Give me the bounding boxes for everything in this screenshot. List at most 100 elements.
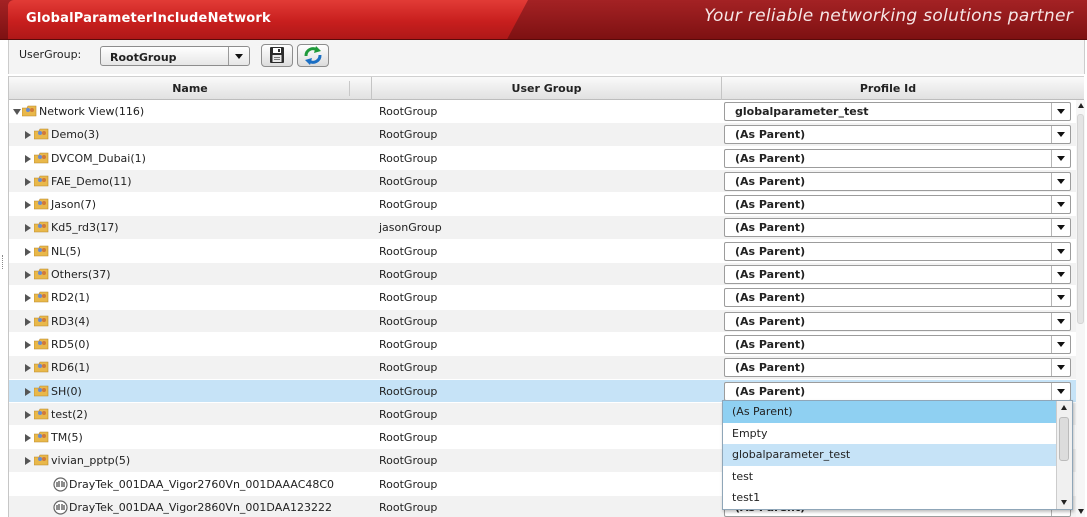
expand-arrow-icon[interactable] (25, 271, 31, 280)
profile-select[interactable]: (As Parent) (724, 311, 1071, 331)
chevron-down-icon[interactable] (1051, 335, 1070, 353)
profile-select[interactable]: (As Parent) (724, 171, 1071, 191)
resize-grip[interactable] (2, 255, 6, 269)
dropdown-scroll-thumb[interactable] (1059, 417, 1069, 461)
column-header-name[interactable]: Name (9, 77, 372, 100)
grid-scrollbar[interactable] (1076, 100, 1085, 517)
scroll-down-icon[interactable] (1078, 509, 1084, 514)
expand-arrow-icon[interactable] (25, 410, 31, 419)
expand-arrow-icon[interactable] (25, 201, 31, 210)
chevron-down-icon[interactable] (1051, 359, 1070, 377)
chevron-down-icon[interactable] (1051, 172, 1070, 190)
expand-arrow-icon[interactable] (25, 224, 31, 233)
name-cell: Network View(116) (9, 100, 372, 123)
chevron-down-icon[interactable] (1051, 103, 1070, 120)
folder-group-icon (34, 268, 49, 280)
profile-dropdown-list: (As Parent) Empty globalparameter_test t… (722, 400, 1073, 510)
profile-select[interactable]: (As Parent) (724, 265, 1071, 285)
name-label: FAE_Demo(11) (51, 174, 132, 188)
chevron-down-icon[interactable] (1051, 126, 1070, 144)
profile-cell: (As Parent) (724, 216, 1076, 239)
chevron-down-icon[interactable] (1051, 219, 1070, 237)
name-label: RD3(4) (51, 314, 90, 328)
expand-arrow-icon[interactable] (25, 294, 31, 303)
dropdown-option[interactable]: globalparameter_test (723, 444, 1056, 466)
profile-value: (As Parent) (735, 361, 806, 375)
name-label: Kd5_rd3(17) (51, 221, 119, 235)
profile-select[interactable]: (As Parent) (724, 125, 1071, 145)
expand-arrow-icon[interactable] (25, 340, 31, 349)
profile-select[interactable]: globalparameter_test (724, 102, 1071, 121)
expand-arrow-icon[interactable] (25, 434, 31, 443)
table-row[interactable]: RD3(4) RootGroup (As Parent) (9, 309, 1084, 333)
profile-select[interactable]: (As Parent) (724, 288, 1071, 308)
expand-arrow-icon[interactable] (25, 131, 31, 140)
table-row[interactable]: Others(37) RootGroup (As Parent) (9, 263, 1084, 287)
refresh-icon (304, 46, 322, 65)
chevron-down-icon[interactable] (1051, 196, 1070, 214)
dropdown-option[interactable]: test (723, 466, 1056, 488)
profile-cell: (As Parent) (724, 147, 1076, 170)
table-row[interactable]: DVCOM_Dubai(1) RootGroup (As Parent) (9, 146, 1084, 170)
name-cell: Jason(7) (9, 193, 372, 216)
save-button[interactable] (261, 44, 293, 67)
table-row[interactable]: RD5(0) RootGroup (As Parent) (9, 332, 1084, 357)
column-header-profile-id[interactable]: Profile Id (722, 77, 1054, 100)
chevron-down-icon[interactable] (1051, 242, 1070, 260)
chevron-down-icon[interactable] (228, 47, 249, 65)
profile-select[interactable]: (As Parent) (724, 381, 1071, 401)
name-label: SH(0) (51, 384, 82, 398)
table-row[interactable]: NL(5) RootGroup (As Parent) (9, 239, 1084, 264)
table-row[interactable]: RD2(1) RootGroup (As Parent) (9, 286, 1084, 310)
chevron-down-icon[interactable] (1051, 289, 1070, 307)
collapse-arrow-icon[interactable] (13, 109, 21, 115)
profile-select[interactable]: (As Parent) (724, 358, 1071, 378)
scroll-down-icon[interactable] (1057, 495, 1072, 509)
chevron-down-icon[interactable] (1051, 149, 1070, 167)
table-row[interactable]: RD6(1) RootGroup (As Parent) (9, 356, 1084, 380)
scroll-up-icon[interactable] (1057, 401, 1072, 415)
dropdown-option[interactable]: test1 (723, 487, 1056, 509)
profile-value: (As Parent) (735, 268, 806, 282)
folder-group-icon (34, 408, 49, 420)
table-row[interactable]: Kd5_rd3(17) jasonGroup (As Parent) (9, 216, 1084, 240)
user-group-cell: RootGroup (379, 384, 438, 398)
scroll-thumb[interactable] (1077, 114, 1084, 324)
profile-cell: (As Parent) (724, 170, 1076, 193)
folder-group-icon (34, 455, 49, 466)
dropdown-option[interactable]: Empty (723, 423, 1056, 445)
profile-value: (As Parent) (735, 244, 806, 258)
profile-select[interactable]: (As Parent) (724, 241, 1071, 261)
table-row[interactable]: Network View(116) RootGroup globalparamete… (9, 100, 1084, 124)
table-row[interactable]: Demo(3) RootGroup (As Parent) (9, 123, 1084, 147)
chevron-down-icon[interactable] (1051, 312, 1070, 330)
expand-arrow-icon[interactable] (25, 247, 31, 256)
folder-group-icon (34, 361, 49, 373)
dropdown-scrollbar[interactable] (1056, 401, 1072, 509)
profile-select[interactable]: (As Parent) (724, 195, 1071, 215)
expand-arrow-icon[interactable] (25, 387, 31, 396)
profile-select[interactable]: (As Parent) (724, 148, 1071, 168)
chevron-down-icon[interactable] (1051, 266, 1070, 284)
name-cell: test(2) (9, 403, 372, 426)
expand-arrow-icon[interactable] (25, 154, 31, 163)
scroll-up-icon[interactable] (1078, 103, 1084, 108)
table-row[interactable]: FAE_Demo(11) RootGroup (As Parent) (9, 169, 1084, 194)
table-row[interactable]: Jason(7) RootGroup (As Parent) (9, 193, 1084, 217)
expand-arrow-icon[interactable] (25, 317, 31, 326)
name-label: DrayTek_001DAA_Vigor2760Vn_001DAAAC48C0 (69, 477, 335, 491)
usergroup-select[interactable]: RootGroup (100, 46, 250, 66)
chevron-down-icon[interactable] (1051, 382, 1070, 400)
name-label: DrayTek_001DAA_Vigor2860Vn_001DAA123222 (69, 501, 333, 515)
dropdown-option[interactable]: (As Parent) (723, 401, 1056, 423)
profile-select[interactable]: (As Parent) (724, 218, 1071, 238)
profile-select[interactable]: (As Parent) (724, 334, 1071, 354)
user-group-cell: RootGroup (379, 431, 438, 445)
expand-arrow-icon[interactable] (25, 457, 31, 466)
profile-cell: globalparameter_test (724, 100, 1076, 123)
column-header-user-group[interactable]: User Group (372, 77, 722, 100)
refresh-button[interactable] (297, 44, 329, 67)
expand-arrow-icon[interactable] (25, 177, 31, 186)
expand-arrow-icon[interactable] (25, 364, 31, 373)
save-icon (270, 47, 284, 63)
